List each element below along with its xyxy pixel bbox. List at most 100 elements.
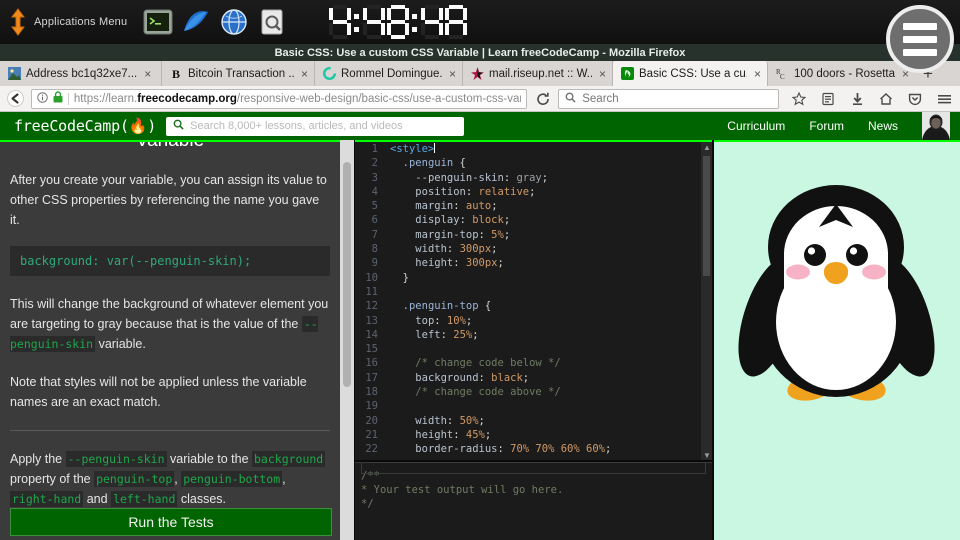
code-text[interactable]: .penguin-top {: [385, 299, 492, 313]
code-text[interactable]: display: block;: [385, 213, 510, 227]
downloads-icon[interactable]: [847, 89, 867, 109]
avatar[interactable]: [922, 112, 950, 140]
code-line[interactable]: 22 border-radius: 70% 70% 60% 60%;: [355, 442, 712, 456]
code-text[interactable]: }: [385, 271, 409, 285]
code-line[interactable]: 14 left: 25%;: [355, 328, 712, 342]
tab-close-icon[interactable]: ×: [599, 67, 606, 81]
code-text[interactable]: margin: auto;: [385, 199, 497, 213]
clock-digit: [387, 5, 409, 39]
code-text[interactable]: border-radius: 70% 70% 60% 60%;: [385, 442, 611, 456]
nav-link-curriculum[interactable]: Curriculum: [727, 119, 785, 133]
code-text[interactable]: /* change code below */: [385, 356, 560, 370]
code-text[interactable]: margin-top: 5%;: [385, 228, 510, 242]
code-line[interactable]: 11: [355, 285, 712, 299]
code-text[interactable]: top: 10%;: [385, 314, 472, 328]
code-text[interactable]: [385, 399, 390, 413]
code-text[interactable]: [385, 285, 390, 299]
code-line[interactable]: 1 <style>: [355, 142, 712, 156]
bookmark-star-icon[interactable]: [789, 89, 809, 109]
tab-close-icon[interactable]: ×: [144, 67, 151, 81]
code-line[interactable]: 13 top: 10%;: [355, 314, 712, 328]
run-tests-button[interactable]: Run the Tests: [10, 508, 332, 536]
files-search-icon[interactable]: [257, 7, 287, 37]
browser-tab-active[interactable]: Basic CSS: Use a cu... ×: [613, 61, 768, 86]
line-number: 5: [371, 200, 378, 213]
info-icon[interactable]: [37, 91, 48, 106]
code-editor[interactable]: 1 <style> 2 .penguin {3 --penguin-skin: gr…: [355, 140, 712, 460]
code-line[interactable]: 10 }: [355, 271, 712, 285]
library-icon[interactable]: [818, 89, 838, 109]
code-line[interactable]: 3 --penguin-skin: gray;: [355, 171, 712, 185]
code-line[interactable]: 6 display: block;: [355, 213, 712, 227]
tab-close-icon[interactable]: ×: [754, 67, 761, 81]
tab-bar: Address bc1q32xe7... × B Bitcoin Transac…: [0, 61, 960, 86]
code-line[interactable]: 8 width: 300px;: [355, 242, 712, 256]
tab-close-icon[interactable]: ×: [449, 67, 456, 81]
back-icon[interactable]: [6, 89, 25, 109]
url-bar[interactable]: https://learn.freecodecamp.org/responsiv…: [30, 88, 528, 109]
editor-scrollbar[interactable]: ▲ ▼: [701, 142, 712, 460]
code-line[interactable]: 19: [355, 399, 712, 413]
home-icon[interactable]: [876, 89, 896, 109]
fcc-search-input[interactable]: Search 8,000+ lessons, articles, and vid…: [166, 116, 465, 136]
nav-link-forum[interactable]: Forum: [809, 119, 844, 133]
code-line[interactable]: 12 .penguin-top {: [355, 299, 712, 313]
code-line[interactable]: 2 .penguin {: [355, 156, 712, 170]
code-text[interactable]: left: 25%;: [385, 328, 478, 342]
code-line[interactable]: 17 background: black;: [355, 371, 712, 385]
code-line[interactable]: 9 height: 300px;: [355, 256, 712, 270]
console-line-2: * Your test output will go here.: [361, 484, 564, 496]
tab-close-icon[interactable]: ×: [301, 67, 308, 81]
browser-tab[interactable]: Rommel Domingue... ×: [315, 61, 463, 86]
browser-tab[interactable]: Address bc1q32xe7... ×: [0, 61, 162, 86]
code-line[interactable]: 4 position: relative;: [355, 185, 712, 199]
fcc-logo[interactable]: freeCodeCamp(🔥): [14, 117, 156, 135]
code-token: ;: [478, 414, 485, 427]
code-line[interactable]: 15: [355, 342, 712, 356]
code-text[interactable]: position: relative;: [385, 185, 535, 199]
code-lines[interactable]: 1 <style> 2 .penguin {3 --penguin-skin: gr…: [355, 142, 712, 457]
reload-icon[interactable]: [533, 89, 552, 109]
nav-link-news[interactable]: News: [868, 119, 898, 133]
code-line[interactable]: 16 /* change code below */: [355, 356, 712, 370]
scroll-down-arrow[interactable]: ▼: [703, 451, 711, 460]
line-number: 14: [365, 328, 378, 341]
code-text[interactable]: [385, 342, 390, 356]
browser-tab[interactable]: RC 100 doors - Rosetta ... ×: [768, 61, 915, 86]
code-text[interactable]: width: 50%;: [385, 414, 485, 428]
code-line[interactable]: 21 height: 45%;: [355, 428, 712, 442]
browser-tab[interactable]: B Bitcoin Transaction ... ×: [162, 61, 315, 86]
code-text[interactable]: <style>: [385, 142, 436, 156]
code-line[interactable]: 7 margin-top: 5%;: [355, 228, 712, 242]
task-e: ,: [282, 472, 286, 486]
lesson-paragraph-2: This will change the background of whate…: [10, 294, 330, 354]
pocket-icon[interactable]: [905, 89, 925, 109]
code-token: 70% 70% 60% 60%: [510, 443, 605, 456]
code-text[interactable]: height: 300px;: [385, 256, 504, 270]
code-text[interactable]: height: 45%;: [385, 428, 491, 442]
code-line[interactable]: 20 width: 50%;: [355, 414, 712, 428]
scroll-up-arrow[interactable]: ▲: [703, 143, 711, 153]
screen-recorder-menu-button[interactable]: [886, 5, 954, 73]
hamburger-bar: [903, 48, 937, 56]
menu-icon[interactable]: [934, 89, 954, 109]
search-icon: [565, 92, 576, 106]
wireshark-icon[interactable]: [181, 7, 211, 37]
browser-tab[interactable]: mail.riseup.net :: W... ×: [463, 61, 613, 86]
lesson-code-example: background: var(--penguin-skin);: [10, 246, 330, 276]
code-line[interactable]: 18 /* change code above */: [355, 385, 712, 399]
instructions-scrollbar[interactable]: [340, 140, 354, 540]
code-text[interactable]: --penguin-skin: gray;: [385, 171, 548, 185]
code-line[interactable]: 5 margin: auto;: [355, 199, 712, 213]
code-text[interactable]: .penguin {: [385, 156, 466, 170]
applications-menu-button[interactable]: Applications Menu: [0, 8, 127, 36]
code-text[interactable]: /* change code above */: [385, 385, 560, 399]
search-input[interactable]: Search: [558, 88, 779, 109]
browser-icon[interactable]: [219, 7, 249, 37]
scrollbar-thumb[interactable]: [703, 156, 710, 276]
code-text[interactable]: width: 300px;: [385, 242, 497, 256]
code-text[interactable]: background: black;: [385, 371, 529, 385]
terminal-icon[interactable]: [143, 7, 173, 37]
scrollbar-thumb[interactable]: [343, 162, 351, 387]
